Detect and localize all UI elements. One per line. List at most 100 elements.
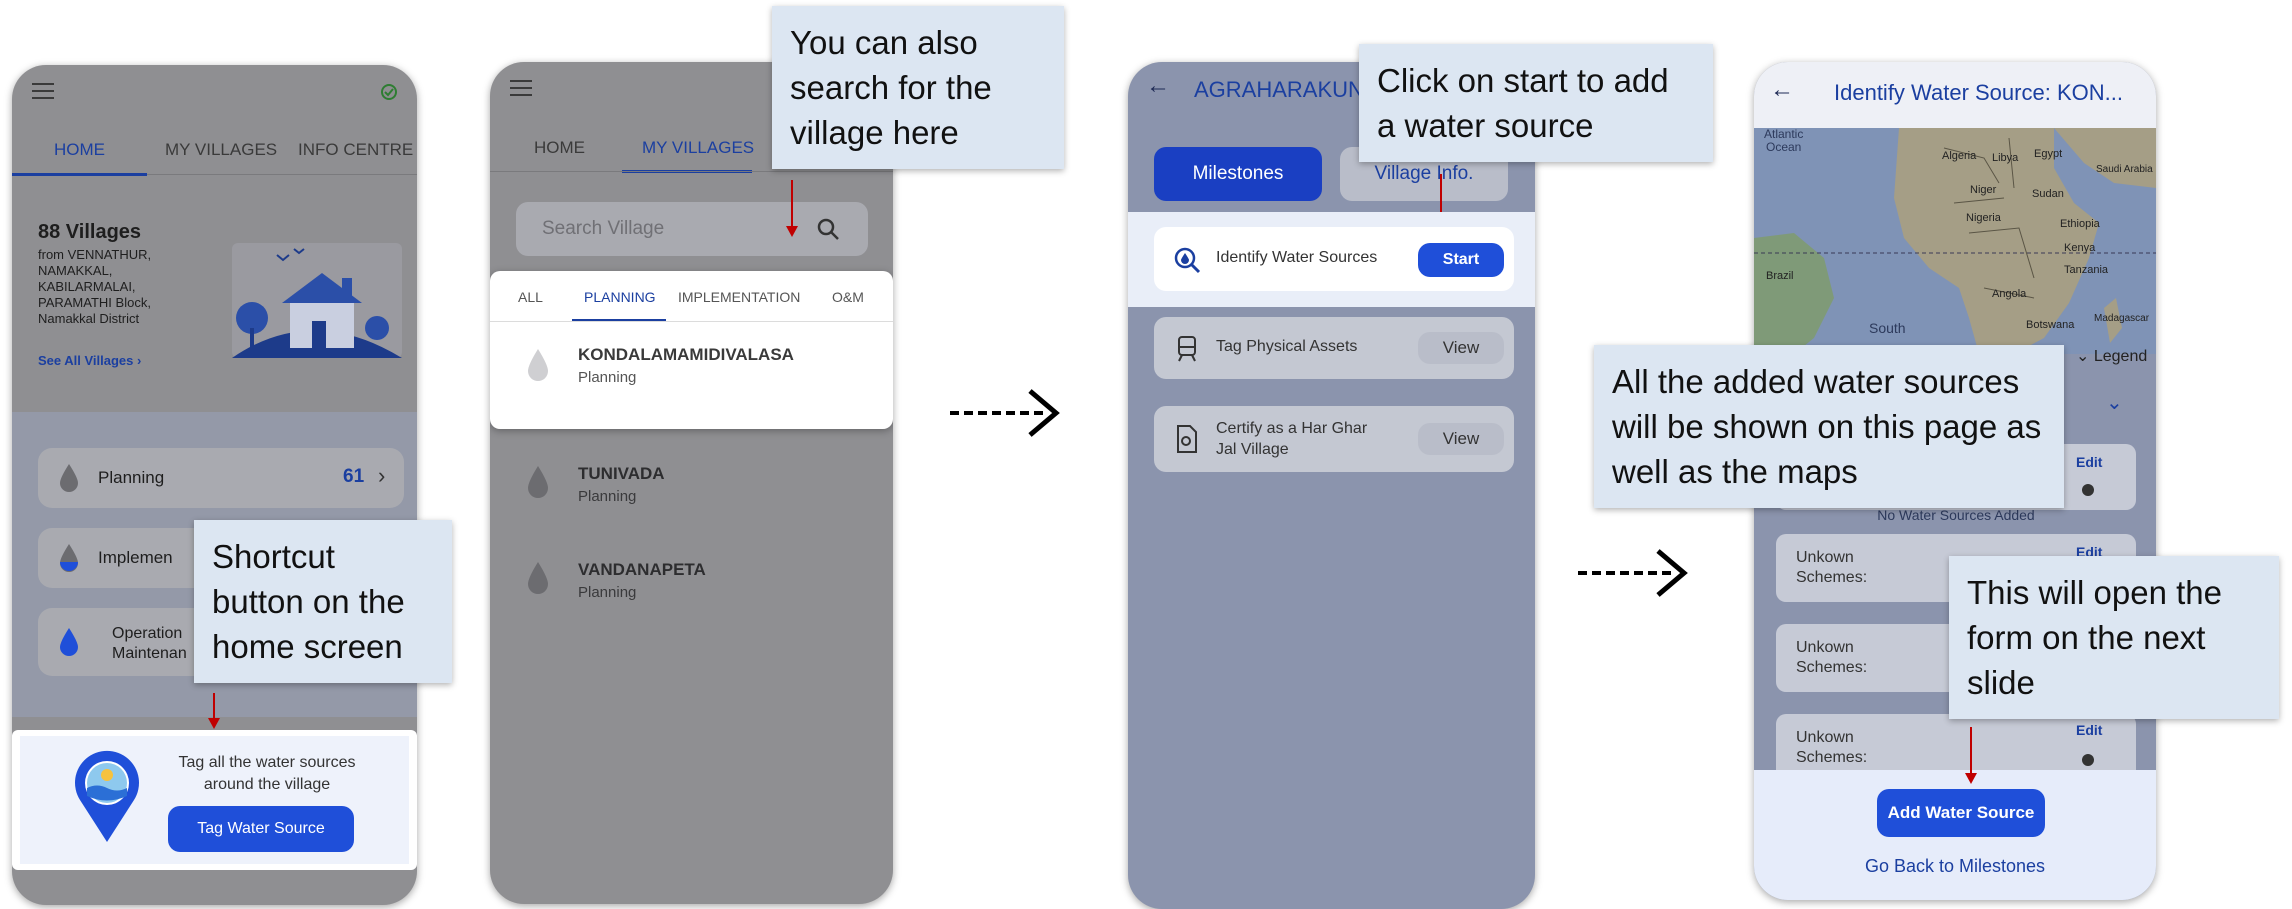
filter-all[interactable]: ALL [518,289,543,305]
edit-link[interactable]: Edit [2076,722,2102,738]
planning-card[interactable]: Planning 61 › [38,448,404,508]
back-arrow-icon[interactable]: ← [1770,76,1794,104]
drop-icon [528,466,548,498]
drop-icon [528,349,548,381]
village-status: Planning [578,584,637,601]
tab-my-villages[interactable]: MY VILLAGES [642,138,754,158]
milestone-item-identify[interactable]: Identify Water Sources Start [1154,227,1514,291]
tab-my-villages[interactable]: MY VILLAGES [165,140,277,160]
phone-home-screen: HOME MY VILLAGES INFO CENTRE 88 Villages… [12,65,417,905]
village-illustration [232,243,402,358]
milestone-item-tag-assets[interactable]: Tag Physical Assets View [1154,317,1514,379]
pointer-line [791,180,793,226]
pointer-line [1440,174,1442,212]
search-placeholder: Search Village [542,218,665,239]
map-label: Botswana [2026,319,2075,331]
full-drop-icon [60,628,78,656]
tap-asset-icon [1178,336,1196,362]
map-label: South [1869,320,1906,336]
water-source-pin-icon [75,750,139,842]
go-back-milestones-link[interactable]: Go Back to Milestones [1754,856,2156,877]
map-label: Madagascar [2094,313,2150,324]
search-water-icon [1174,247,1201,274]
pointer-line [1970,727,1972,775]
active-tab-underline [12,173,147,176]
map-label: Algeria [1942,150,1977,162]
tabs-divider [490,171,893,172]
menu-icon[interactable] [510,80,532,96]
half-drop-icon [60,544,78,572]
view-button[interactable]: View [1418,423,1504,455]
phone-milestones-screen: ← AGRAHARAKUN Milestones Village Info. I… [1128,62,1535,909]
canvas: HOME MY VILLAGES INFO CENTRE 88 Villages… [0,0,2292,909]
note-open-form: This will open the form on the next slid… [1949,556,2279,719]
sync-status-icon [381,84,397,100]
drop-icon [60,464,78,492]
flow-arrow-1 [950,389,1060,437]
filter-planning[interactable]: PLANNING [584,289,656,305]
pointer-arrowhead [1965,773,1977,784]
map-label: Brazil [1766,270,1794,282]
edit-link[interactable]: Edit [2076,454,2102,470]
filter-om[interactable]: O&M [832,289,864,305]
no-sources-text: No Water Sources Added [1877,507,2035,523]
tab-info-centre[interactable]: INFO CENTRE [298,140,413,160]
note-shortcut: Shortcut button on the home screen [194,520,452,683]
map-label: Egypt [2034,148,2063,160]
implementation-label: Implemen [98,548,173,567]
page-title: AGRAHARAKUN [1194,77,1364,102]
list-item[interactable]: TUNIVADA Planning [490,442,893,522]
map-label: Ethiopia [2060,218,2100,230]
status-dot [2082,484,2094,496]
tab-home[interactable]: HOME [54,140,105,160]
search-icon[interactable] [816,217,840,241]
chevron-right-icon: › [378,463,386,488]
village-name: VANDANAPETA [578,560,706,579]
villages-count: 88 Villages [38,221,142,243]
map-label: Kenya [2064,242,2096,254]
tag-description: Tag all the water sources around the vill… [178,754,356,793]
drop-icon [528,562,548,594]
tag-water-source-panel: Tag all the water sources around the vill… [12,730,417,870]
list-item[interactable]: KONDALAMAMIDIVALASA Planning [490,323,893,423]
back-arrow-icon[interactable]: ← [1146,72,1170,100]
milestone-label: Certify as a Har Ghar Jal Village [1216,420,1368,458]
milestone-item-certify[interactable]: Certify as a Har Ghar Jal Village View [1154,406,1514,472]
tab-home[interactable]: HOME [534,138,585,158]
note-search: You can also search for the village here [772,6,1064,169]
tag-water-source-button[interactable]: Tag Water Source [168,806,354,852]
village-list-card: ALL PLANNING IMPLEMENTATION O&M KONDALAM… [490,271,893,429]
milestones-button[interactable]: Milestones [1154,147,1322,201]
add-water-source-button[interactable]: Add Water Source [1877,789,2045,837]
source-label: Unkown Schemes: [1796,549,1868,586]
start-button[interactable]: Start [1418,243,1504,277]
om-label: Operation Maintenan [112,625,187,662]
phone-my-villages-screen: HOME MY VILLAGES Search Village ALL PLAN… [490,62,893,904]
map-label: Angola [1992,288,2027,300]
filter-implementation[interactable]: IMPLEMENTATION [678,289,800,305]
village-status: Planning [578,488,637,505]
search-input[interactable]: Search Village [516,202,868,256]
village-status: Planning [578,369,637,386]
map-label: Tanzania [2064,264,2109,276]
planning-label: Planning [98,468,165,487]
flow-arrow-2 [1578,549,1688,597]
bottom-action-panel: Add Water Source Go Back to Milestones [1754,770,2156,900]
view-button[interactable]: View [1418,332,1504,364]
map-label: Saudi Arabia [2096,164,2153,175]
map-label: Sudan [2032,188,2064,200]
map-label: Niger [1970,184,1997,196]
chevron-down-icon[interactable]: ⌄ [2106,390,2123,415]
status-dot [2082,754,2094,766]
map-label: Nigeria [1966,212,2001,224]
page-title: Identify Water Source: KON... [1834,80,2123,105]
note-added-sources: All the added water sources will be show… [1594,345,2064,508]
villages-from: from VENNATHUR, NAMAKKAL, KABILARMALAI, … [38,247,152,326]
list-item[interactable]: VANDANAPETA Planning [490,538,893,618]
see-all-villages-link[interactable]: See All Villages › [38,353,141,368]
menu-icon[interactable] [32,83,54,99]
map[interactable]: Atlantic Ocean Algeria Libya Egypt Saudi … [1754,128,2156,354]
village-name: KONDALAMAMIDIVALASA [578,345,794,364]
legend-toggle[interactable]: ⌄ Legend [2076,346,2147,366]
source-label: Unkown Schemes: [1796,729,1868,766]
